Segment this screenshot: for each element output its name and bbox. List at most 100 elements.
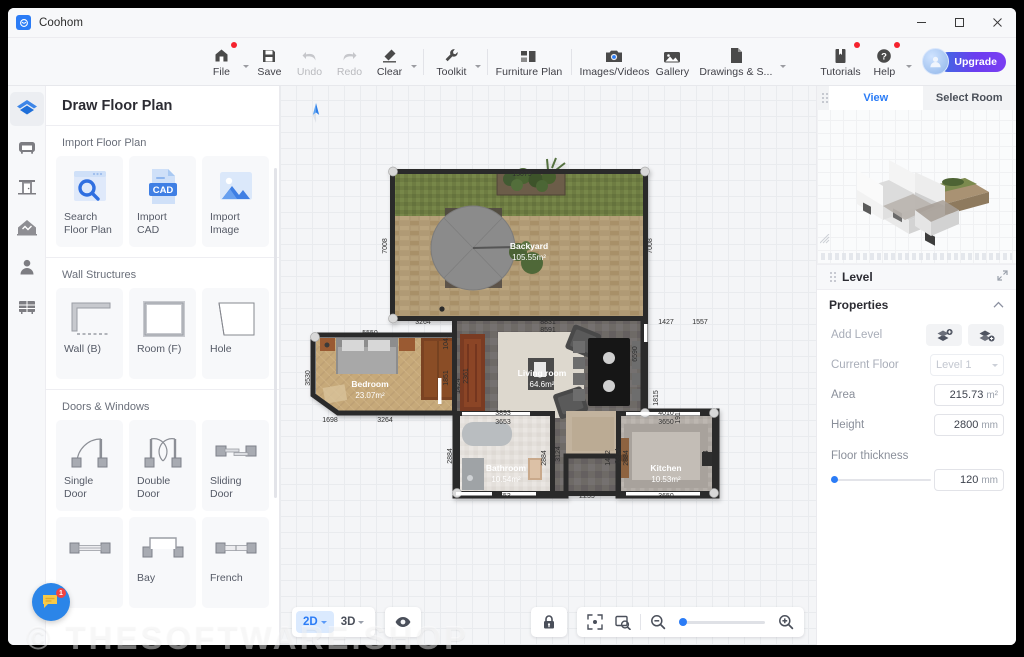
tile-room[interactable]: Room (F)	[129, 288, 196, 379]
toolbar-button-tutorials[interactable]: Tutorials	[817, 40, 865, 84]
dim-2814: 2814	[615, 448, 622, 464]
room-area-backyard: 105.55m²	[512, 253, 546, 262]
toolbar-button-furniture-plan[interactable]: Furniture Plan	[493, 40, 564, 84]
toolbar-button-save[interactable]: Save	[249, 40, 289, 84]
height-field[interactable]: 2800 mm	[934, 414, 1004, 436]
tile-bay-window[interactable]: Bay	[129, 517, 196, 608]
rail-item-people[interactable]	[10, 252, 44, 286]
document-icon	[729, 45, 743, 64]
search-plan-icon	[62, 163, 117, 211]
preview-resize-handle[interactable]	[820, 234, 830, 246]
toolbar-label-redo: Redo	[337, 66, 362, 78]
current-floor-select[interactable]: Level 1	[930, 354, 1004, 376]
clear-dropdown-caret-icon[interactable]	[411, 65, 417, 68]
toolbar-button-drawings[interactable]: Drawings & S...	[693, 40, 778, 84]
tile-french-window[interactable]: French	[202, 517, 269, 608]
floor-thickness-control-row: 120 mm	[817, 467, 1016, 499]
area-value: 215.73	[950, 389, 984, 401]
area-field[interactable]: 215.73 m²	[934, 384, 1004, 406]
floorplan-drawing[interactable]: Backyard 105.55m²	[280, 86, 816, 645]
dim-3653-bottom: 3653	[495, 493, 511, 500]
level-drag-handle[interactable]	[825, 272, 837, 282]
layout-blocks-icon	[520, 45, 537, 64]
properties-header[interactable]: Properties	[817, 290, 1016, 320]
panel-drag-handle-top[interactable]	[817, 93, 829, 103]
zoom-slider-knob[interactable]	[679, 618, 687, 626]
minimize-button[interactable]	[902, 8, 940, 37]
close-button[interactable]	[978, 8, 1016, 37]
maximize-button[interactable]	[940, 8, 978, 37]
floor-thickness-slider[interactable]	[831, 479, 931, 481]
home-roof-icon	[16, 97, 38, 122]
label-floor-thickness: Floor thickness	[831, 450, 1004, 462]
dim-3264-top: 3264	[415, 319, 431, 326]
add-level-above-icon[interactable]	[926, 324, 962, 346]
tile-hole[interactable]: Hole	[202, 288, 269, 379]
expand-icon[interactable]	[997, 268, 1008, 286]
tile-import-cad[interactable]: CAD Import CAD	[129, 156, 196, 247]
french-window-icon	[208, 524, 263, 572]
panel-body: Import Floor Plan Search Floor Plan	[46, 126, 279, 645]
level-section-title: Level	[842, 270, 873, 284]
toolkit-dropdown-caret-icon[interactable]	[475, 65, 481, 68]
upgrade-button[interactable]: Upgrade	[922, 48, 1006, 75]
rail-item-doors[interactable]	[10, 172, 44, 206]
toolbar-button-clear[interactable]: Clear	[369, 40, 409, 84]
zoom-slider[interactable]	[679, 621, 765, 624]
add-level-below-icon[interactable]	[968, 324, 1004, 346]
rail-item-cabinets[interactable]	[10, 292, 44, 326]
sliding-door-icon	[208, 427, 263, 475]
zoom-in-icon[interactable]	[772, 610, 800, 634]
tile-search-floor-plan[interactable]: Search Floor Plan	[56, 156, 123, 247]
focus-frame-icon[interactable]	[581, 610, 609, 634]
tab-select-room[interactable]: Select Room	[923, 86, 1017, 110]
toolbar-button-help[interactable]: ? Help	[864, 40, 904, 84]
zoom-region-icon[interactable]	[609, 610, 637, 634]
floor-thickness-field[interactable]: 120 mm	[934, 469, 1004, 491]
preview-3d-viewport[interactable]	[817, 110, 1016, 264]
room-label-kitchen: Kitchen	[650, 463, 681, 473]
rail-item-building[interactable]	[10, 212, 44, 246]
toolbar-button-redo[interactable]: Redo	[329, 40, 369, 84]
toolbar-button-undo[interactable]: Undo	[289, 40, 329, 84]
view-2d-button[interactable]: 2D	[296, 611, 334, 633]
rail-item-furniture[interactable]	[10, 132, 44, 166]
toolbar-button-toolkit[interactable]: Toolkit	[430, 40, 472, 84]
floor-thickness-unit: mm	[981, 475, 998, 486]
tab-view[interactable]: View	[829, 86, 923, 110]
section-label-doors-windows: Doors & Windows	[46, 390, 279, 420]
chevron-up-icon[interactable]	[993, 298, 1004, 312]
property-row-current-floor: Current Floor Level 1	[817, 350, 1016, 380]
zoom-group	[577, 607, 804, 637]
dim-1698: 1698	[322, 417, 338, 424]
chat-support-button[interactable]: 1	[32, 583, 70, 621]
zoom-out-icon[interactable]	[644, 610, 672, 634]
rail-item-floorplan[interactable]	[10, 92, 44, 126]
tile-double-door[interactable]: Double Door	[129, 420, 196, 511]
tile-label-room: Room (F)	[135, 343, 190, 356]
view-3d-label: 3D	[341, 616, 356, 628]
floor-thickness-value: 120	[960, 474, 978, 486]
tile-wall[interactable]: Wall (B)	[56, 288, 123, 379]
eraser-icon	[381, 45, 398, 64]
view-3d-button[interactable]: 3D	[334, 611, 372, 633]
tile-import-image[interactable]: Import Image	[202, 156, 269, 247]
toolbar-button-images-videos[interactable]: Images/Videos	[577, 40, 651, 84]
help-dropdown-caret-icon[interactable]	[906, 65, 912, 68]
floorplan-canvas[interactable]: Backyard 105.55m²	[280, 86, 816, 645]
panel-scrollbar[interactable]	[274, 168, 277, 498]
dim-1910: 1910	[675, 408, 682, 424]
toolbar-button-file[interactable]: File	[201, 40, 241, 84]
tile-sliding-door[interactable]: Sliding Door	[202, 420, 269, 511]
dim-7008-left: 7008	[382, 238, 389, 254]
tile-single-door[interactable]: Single Door	[56, 420, 123, 511]
lock-group	[531, 607, 567, 637]
lock-icon[interactable]	[535, 610, 563, 634]
toolbar-button-gallery[interactable]: Gallery	[652, 40, 694, 84]
eye-visibility-icon[interactable]	[389, 610, 417, 634]
house-outline-icon	[16, 217, 38, 242]
label-area: Area	[831, 389, 934, 401]
drawings-dropdown-caret-icon[interactable]	[780, 65, 786, 68]
panel-header: Draw Floor Plan	[46, 86, 279, 126]
floor-thickness-knob[interactable]	[831, 476, 838, 483]
